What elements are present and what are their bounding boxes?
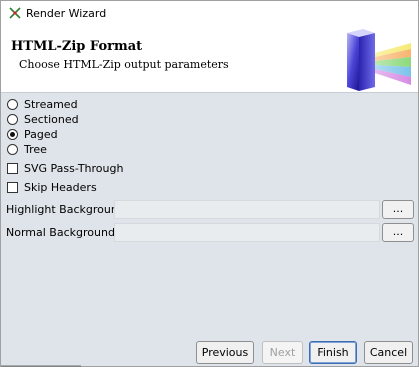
app-icon: [9, 7, 21, 19]
cancel-button[interactable]: Cancel: [364, 341, 413, 364]
radio-option-paged[interactable]: Paged: [7, 127, 58, 141]
title-bar: Render Wizard: [1, 1, 418, 27]
tree-radio[interactable]: [7, 143, 18, 155]
streamed-radio[interactable]: [7, 98, 18, 110]
highlight-background-field[interactable]: [114, 200, 380, 219]
normal-background-field[interactable]: [114, 223, 380, 242]
radio-option-streamed[interactable]: Streamed: [7, 97, 78, 111]
next-button[interactable]: Next: [262, 341, 303, 364]
prism-logo-icon: [347, 29, 411, 91]
highlight-background-row: Highlight Background: ...: [6, 200, 416, 220]
svg-pass-through-checkbox[interactable]: [7, 162, 18, 174]
paged-label: Paged: [24, 127, 58, 141]
normal-background-browse-button[interactable]: ...: [382, 223, 414, 242]
svg-pass-through-label: SVG Pass-Through: [24, 161, 124, 175]
streamed-label: Streamed: [24, 97, 78, 111]
sectioned-radio[interactable]: [7, 113, 18, 125]
paged-radio[interactable]: [7, 128, 18, 140]
finish-button[interactable]: Finish: [309, 341, 357, 364]
normal-background-row: Normal Background: ...: [6, 223, 416, 243]
checkbox-option-skip-headers[interactable]: Skip Headers: [7, 180, 97, 194]
radio-option-sectioned[interactable]: Sectioned: [7, 112, 79, 126]
wizard-header: HTML-Zip Format Choose HTML-Zip output p…: [1, 27, 418, 93]
page-title: HTML-Zip Format: [11, 39, 143, 54]
skip-headers-label: Skip Headers: [24, 180, 97, 194]
previous-button[interactable]: Previous: [196, 341, 254, 364]
skip-headers-checkbox[interactable]: [7, 181, 18, 193]
highlight-background-label: Highlight Background:: [6, 203, 129, 216]
radio-option-tree[interactable]: Tree: [7, 142, 47, 156]
tree-label: Tree: [24, 142, 47, 156]
highlight-background-browse-button[interactable]: ...: [382, 200, 414, 219]
render-wizard-window: Render Wizard HTML-Zip Format Choose HTM…: [0, 0, 419, 367]
normal-background-label: Normal Background:: [6, 226, 119, 239]
page-subtitle: Choose HTML-Zip output parameters: [19, 58, 229, 71]
window-title: Render Wizard: [26, 7, 107, 20]
sectioned-label: Sectioned: [24, 112, 79, 126]
checkbox-option-svg-pass-through[interactable]: SVG Pass-Through: [7, 161, 123, 175]
